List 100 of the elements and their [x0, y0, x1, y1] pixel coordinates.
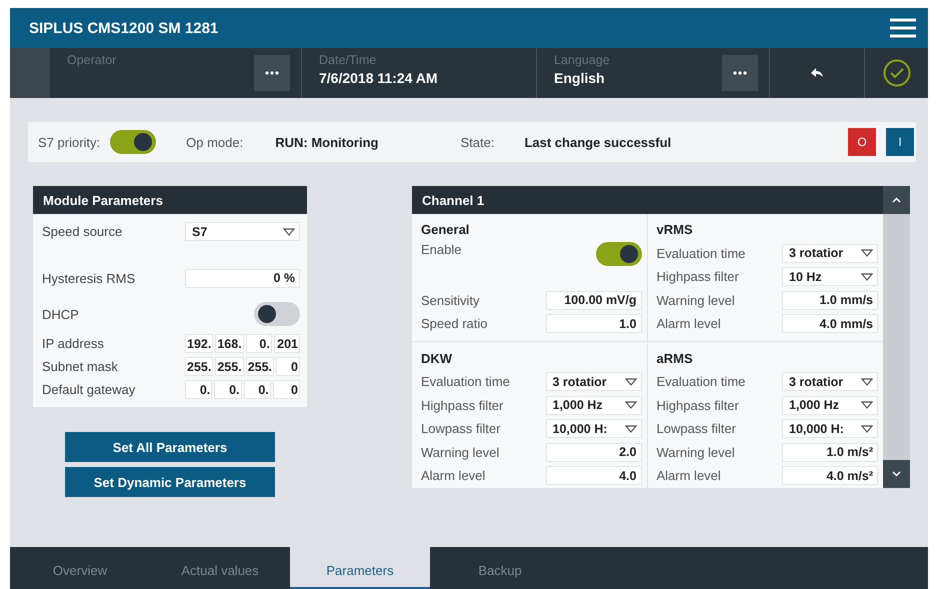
- field-label: Alarm level: [421, 468, 486, 484]
- field-label: Warning level: [656, 292, 735, 308]
- input-field[interactable]: 4.0: [546, 466, 642, 486]
- field-label: Language: [554, 53, 610, 67]
- back-icon[interactable]: [811, 68, 823, 78]
- field-label: Evaluation time: [656, 246, 746, 261]
- panel-header: Channel 1: [412, 186, 883, 214]
- section-title: DKW: [421, 350, 454, 368]
- field-label: Enable: [421, 242, 462, 256]
- ellipsis-icon: [265, 71, 279, 75]
- ellipsis-icon: [733, 71, 747, 75]
- field-label: Warning level: [656, 444, 735, 460]
- input-field[interactable]: 0.: [214, 380, 242, 399]
- section-title: aRMS: [656, 350, 694, 368]
- field-label: Default gateway: [42, 381, 136, 399]
- scroll-up-button[interactable]: [883, 186, 910, 214]
- dropdown[interactable]: 1,000 Hz: [782, 396, 878, 415]
- dropdown[interactable]: 10 Hz: [782, 267, 878, 286]
- dropdown[interactable]: 3 rotatior: [782, 244, 878, 263]
- dropdown[interactable]: S7: [185, 222, 300, 241]
- input-field[interactable]: 201: [274, 334, 300, 353]
- toolbar-tile: [10, 48, 50, 98]
- setting-value: RUN: Monitoring: [275, 134, 378, 150]
- setting-label: S7 priority:: [38, 134, 100, 150]
- field-label: Speed source: [42, 223, 122, 241]
- caret-icon: [624, 378, 636, 386]
- dropdown[interactable]: 3 rotatior: [782, 372, 878, 392]
- caret-icon: [861, 378, 873, 386]
- toggle-switch[interactable]: [110, 130, 156, 154]
- dropdown[interactable]: 1,000 Hz: [546, 396, 642, 415]
- input-field[interactable]: 4.0 m/s²: [782, 466, 878, 486]
- input-field[interactable]: 0.: [185, 380, 212, 399]
- dropdown[interactable]: 10,000 H:: [782, 419, 878, 438]
- setting-value: Last change successful: [524, 134, 672, 150]
- field-label: Subnet mask: [42, 358, 118, 376]
- dropdown[interactable]: 10,000 H:: [546, 419, 642, 438]
- input-field[interactable]: 1.0: [546, 314, 642, 334]
- input-field[interactable]: 0.: [244, 380, 271, 399]
- input-field[interactable]: 192.: [185, 334, 214, 353]
- input-field[interactable]: 168.: [215, 334, 244, 353]
- input-field[interactable]: 1.0 mm/s: [782, 290, 878, 310]
- field-label: Hysteresis RMS: [42, 270, 136, 288]
- input-field[interactable]: 0 %: [185, 268, 300, 288]
- input-field[interactable]: 4.0 mm/s: [782, 314, 878, 334]
- caret-icon: [624, 424, 636, 433]
- toggle-switch[interactable]: [254, 302, 300, 326]
- tab[interactable]: Actual values: [150, 547, 290, 589]
- caret-icon: [861, 272, 873, 281]
- tab[interactable]: Parameters: [290, 547, 430, 589]
- field-label: Evaluation time: [656, 374, 746, 390]
- field-label: Warning level: [421, 444, 500, 460]
- field-label: IP address: [42, 335, 104, 353]
- caret-icon: [861, 424, 873, 433]
- input-field[interactable]: 255.: [215, 357, 244, 376]
- field-label: Highpass filter: [656, 398, 739, 413]
- field-value: English: [554, 70, 606, 86]
- input-field[interactable]: 100.00 mV/g: [546, 290, 642, 310]
- section-title: vRMS: [656, 221, 694, 239]
- caret-icon: [624, 401, 636, 410]
- field-label: Evaluation time: [421, 374, 510, 390]
- field-label: Lowpass filter: [656, 421, 736, 436]
- toggle-switch[interactable]: [596, 242, 642, 266]
- section-title: General: [421, 221, 470, 239]
- field-label: Alarm level: [656, 468, 721, 484]
- check-circle-icon[interactable]: [882, 59, 910, 87]
- action-button[interactable]: Set Dynamic Parameters: [65, 467, 275, 497]
- tab[interactable]: Backup: [430, 547, 570, 589]
- action-button[interactable]: Set All Parameters: [65, 432, 275, 462]
- field-label: Highpass filter: [656, 269, 739, 284]
- stop-button[interactable]: O: [848, 128, 876, 156]
- menu-icon[interactable]: [890, 18, 916, 38]
- input-field[interactable]: 2.0: [546, 442, 642, 462]
- scrollbar[interactable]: [883, 214, 910, 488]
- field-label: Highpass filter: [421, 398, 504, 413]
- dropdown[interactable]: 3 rotatior: [546, 372, 642, 392]
- field-value: 7/6/2018 11:24 AM: [319, 70, 438, 86]
- caret-icon: [861, 401, 873, 410]
- input-field[interactable]: 255.: [185, 357, 214, 376]
- setting-label: Op mode:: [186, 134, 244, 150]
- scroll-down-button[interactable]: [883, 460, 910, 488]
- input-field[interactable]: 1.0 m/s²: [782, 442, 878, 462]
- input-field[interactable]: 255.: [246, 357, 274, 376]
- panel-header: Module Parameters: [33, 186, 307, 214]
- input-field[interactable]: 0.: [246, 334, 272, 353]
- field-label: Alarm level: [656, 316, 721, 332]
- input-field[interactable]: 0: [276, 357, 300, 376]
- field-label: Speed ratio: [421, 316, 488, 332]
- tab[interactable]: Overview: [10, 547, 150, 589]
- field-label: Operator: [67, 53, 116, 67]
- caret-icon: [283, 228, 295, 236]
- caret-icon: [861, 249, 873, 258]
- chevron-down-icon: [892, 471, 901, 477]
- field-label: DHCP: [42, 306, 79, 324]
- input-field[interactable]: 0: [272, 380, 300, 399]
- chevron-up-icon: [892, 197, 901, 203]
- start-button[interactable]: I: [886, 128, 914, 156]
- app-title: SIPLUS CMS1200 SM 1281: [29, 20, 218, 36]
- field-label: Date/Time: [319, 53, 378, 67]
- setting-label: State:: [460, 134, 494, 150]
- field-label: Sensitivity: [421, 292, 480, 308]
